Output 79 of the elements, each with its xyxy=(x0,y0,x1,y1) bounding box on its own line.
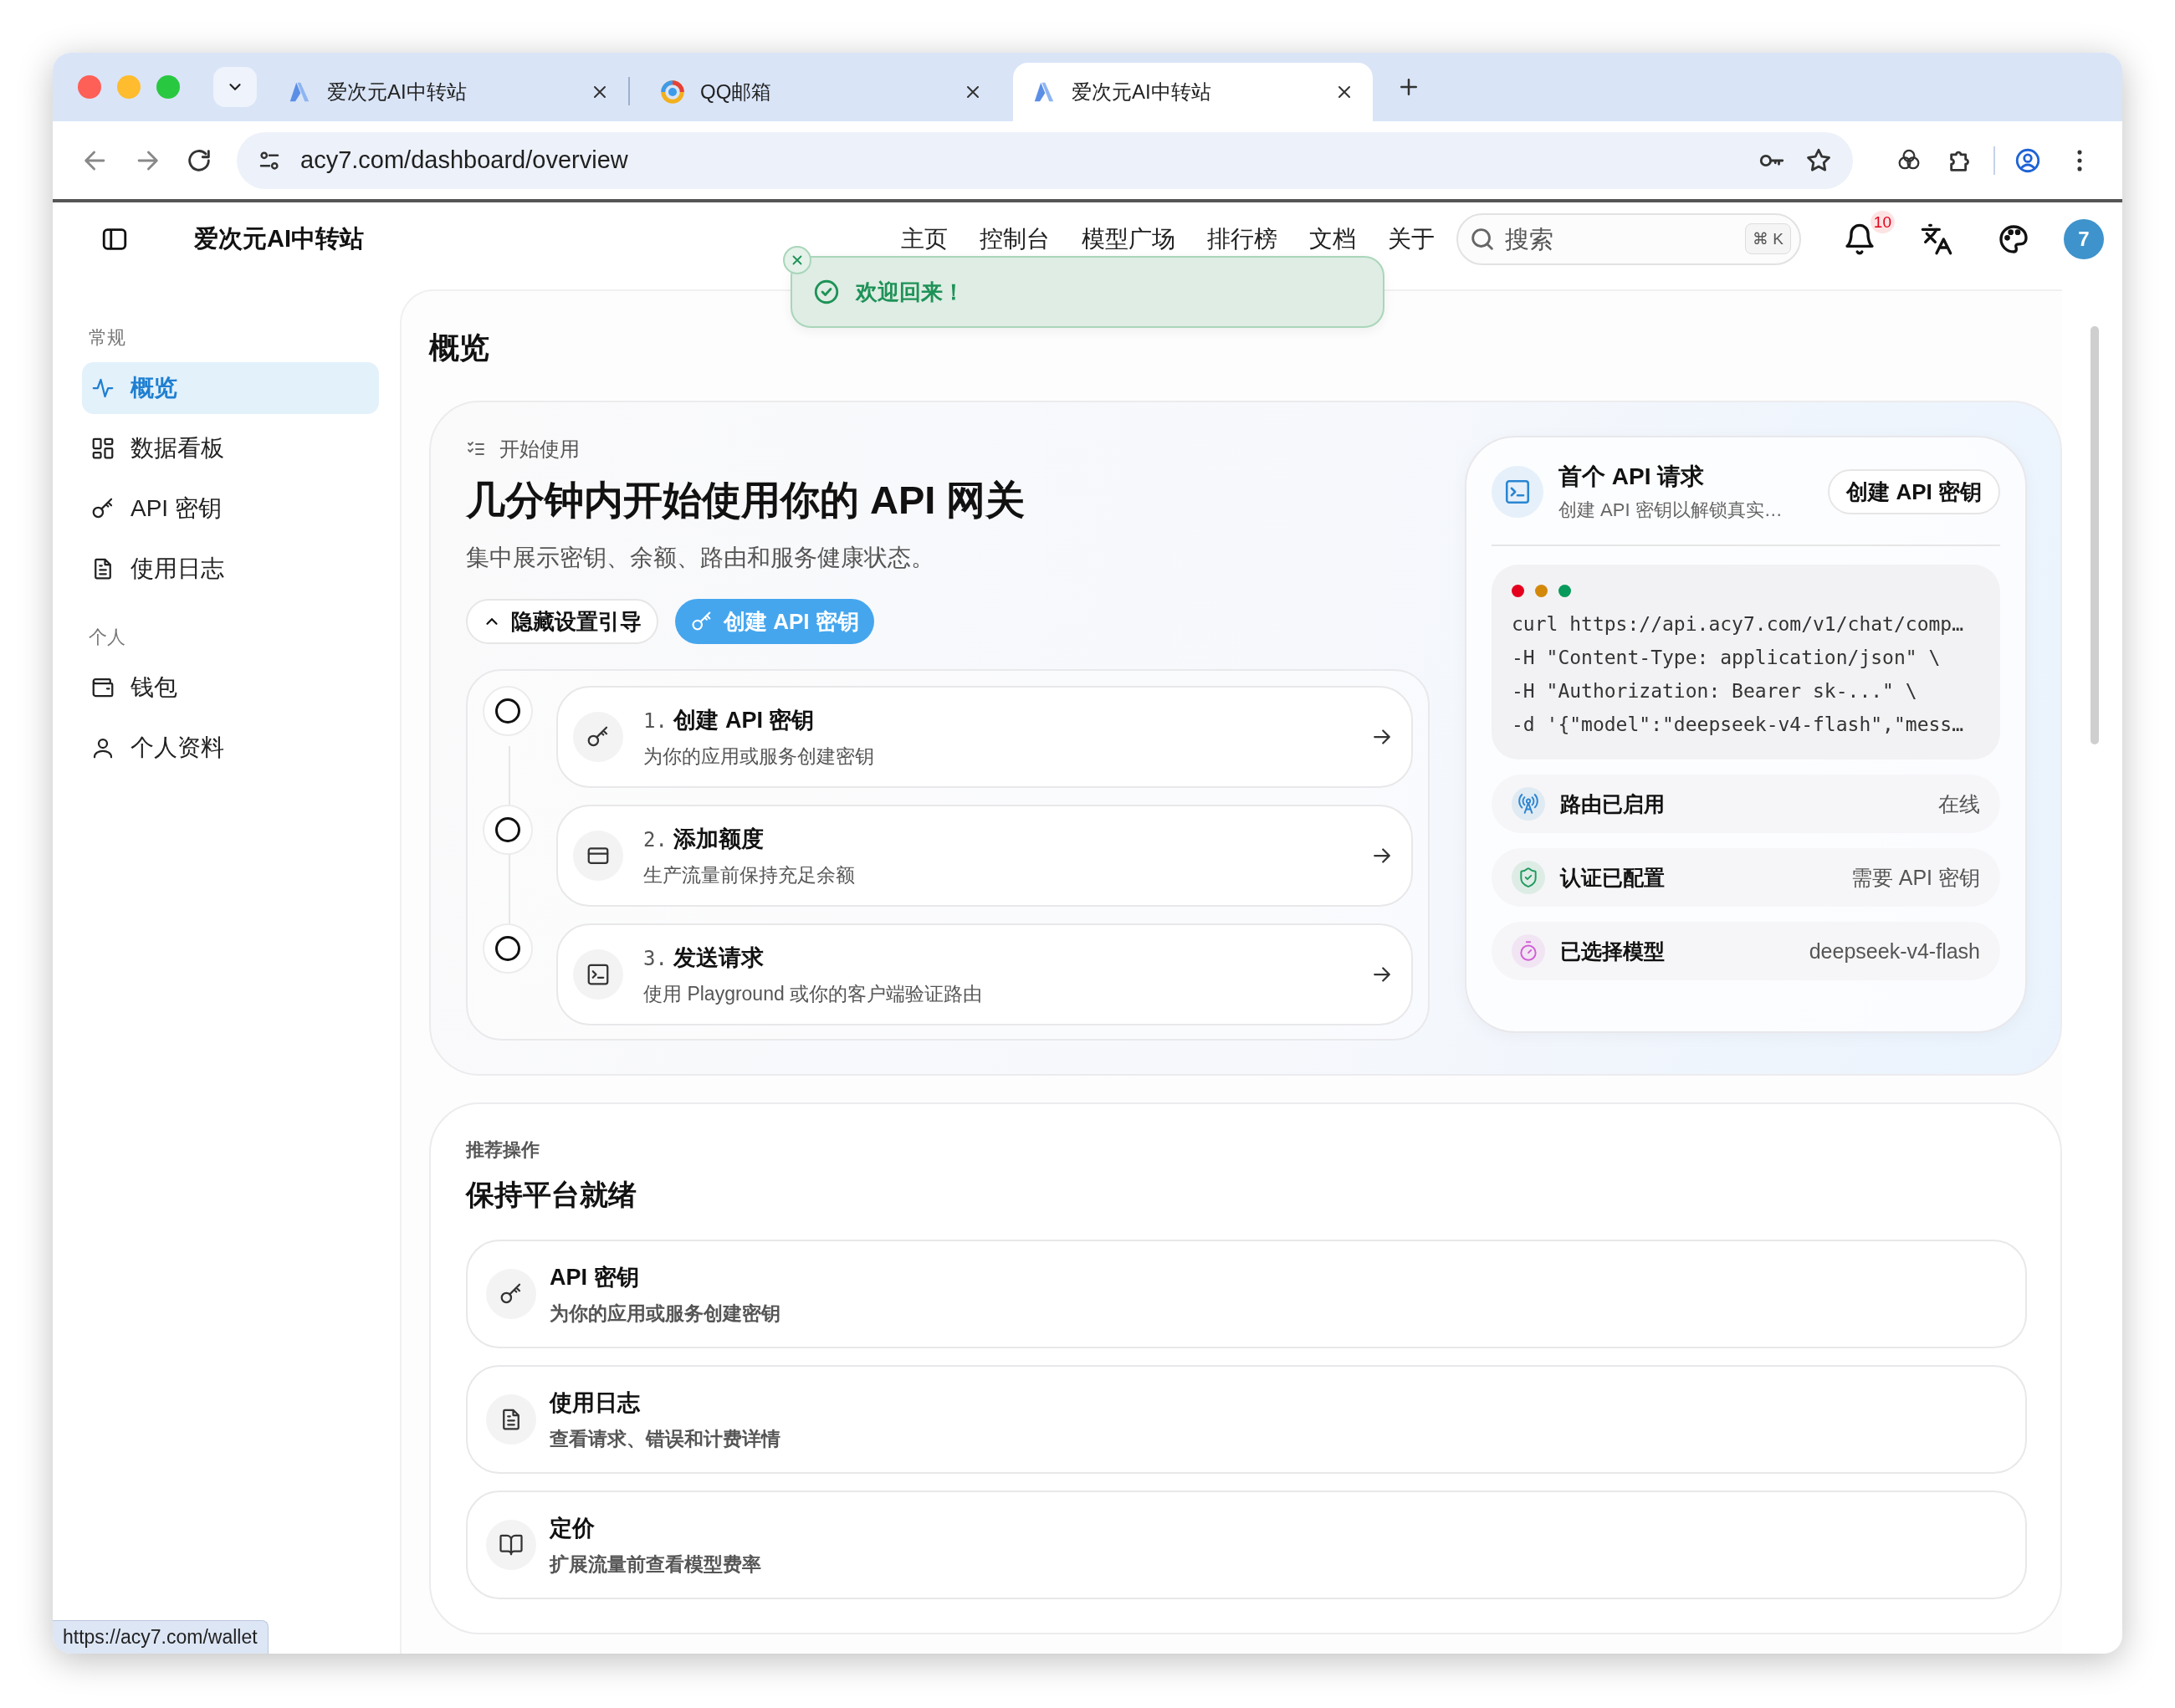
browser-tab[interactable]: 爱次元AI中转站 xyxy=(269,63,628,121)
nav-link[interactable]: 排行榜 xyxy=(1207,223,1277,255)
step-card[interactable]: 3. 发送请求 使用 Playground 或你的客户端验证路由 xyxy=(556,923,1413,1025)
step-card[interactable]: 1. 创建 API 密钥 为你的应用或服务创建密钥 xyxy=(556,686,1413,788)
sidebar-item[interactable]: 钱包 xyxy=(82,662,379,713)
step-card[interactable]: 2. 添加额度 生产流量前保持充足余额 xyxy=(556,805,1413,907)
sidebar-item[interactable]: 个人资料 xyxy=(82,722,379,774)
terminal-icon xyxy=(586,962,611,987)
window-dot xyxy=(1558,585,1571,597)
grid-icon xyxy=(90,436,115,461)
site-title: 爱次元AI中转站 xyxy=(194,224,364,253)
nav-link[interactable]: 文档 xyxy=(1309,223,1356,255)
action-title: 使用日志 xyxy=(550,1388,641,1417)
nav-link[interactable]: 控制台 xyxy=(980,223,1050,255)
hero-subtitle: 集中展示密钥、余额、路由和服务健康状态。 xyxy=(466,544,935,572)
scrollbar[interactable] xyxy=(2091,326,2099,744)
section-title: 保持平台就绪 xyxy=(466,1178,637,1212)
step-title: 2. 添加额度 xyxy=(643,825,765,853)
status-label: 路由已启用 xyxy=(1560,790,1666,817)
code-line: -d '{"model":"deepseek-v4-flash","mess… xyxy=(1512,713,1965,737)
tab-title: 爱次元AI中转站 xyxy=(1072,79,1212,105)
nav-link[interactable]: 主页 xyxy=(901,223,948,255)
action-card[interactable]: 定价 扩展流量前查看模型费率 xyxy=(466,1491,2027,1599)
notification-count: 10 xyxy=(1870,211,1895,233)
sidebar-item[interactable]: 概览 xyxy=(82,362,379,414)
nav-link[interactable]: 关于 xyxy=(1388,223,1435,255)
page-title: 概览 xyxy=(429,330,490,366)
step-description: 为你的应用或服务创建密钥 xyxy=(643,744,875,769)
translate-icon[interactable] xyxy=(1920,222,1953,256)
step-title: 1. 创建 API 密钥 xyxy=(643,706,816,734)
status-value: 在线 xyxy=(1938,790,1980,817)
toast-close-button[interactable] xyxy=(783,246,811,274)
create-key-button[interactable]: 创建 API 密钥 xyxy=(1828,469,2000,514)
toast-message: 欢迎回来！ xyxy=(856,278,965,306)
nav-link[interactable]: 模型广场 xyxy=(1082,223,1175,255)
sidebar-section-label: 常规 xyxy=(89,326,126,350)
status-label: 认证已配置 xyxy=(1560,864,1666,891)
sidebar-item[interactable]: 数据看板 xyxy=(82,422,379,474)
card-title: 首个 API 请求 xyxy=(1558,463,1706,491)
shortcut-hint: ⌘ K xyxy=(1745,223,1791,254)
hero-title: 几分钟内开始使用你的 API 网关 xyxy=(466,477,1026,524)
status-value: 需要 API 密钥 xyxy=(1850,864,1980,891)
tab-title: 爱次元AI中转站 xyxy=(327,79,468,105)
sidebar-section-label: 个人 xyxy=(89,626,126,649)
browser-tab[interactable]: QQ邮箱 xyxy=(642,63,1001,121)
action-description: 查看请求、错误和计费详情 xyxy=(550,1426,780,1451)
section-eyebrow: 推荐操作 xyxy=(466,1138,540,1162)
card-subtitle: 创建 API 密钥以解锁真实… xyxy=(1558,499,1784,522)
palette-icon[interactable] xyxy=(1997,222,2030,256)
window-dot xyxy=(1535,585,1548,597)
code-line: curl https://api.acy7.com/v1/chat/comp… xyxy=(1512,612,1965,637)
terminal-icon xyxy=(1503,478,1532,506)
action-description: 为你的应用或服务创建密钥 xyxy=(550,1301,780,1326)
url-text: acy7.com/dashboard/overview xyxy=(300,146,629,174)
tab-title: QQ邮箱 xyxy=(700,79,773,105)
action-card[interactable]: 使用日志 查看请求、错误和计费详情 xyxy=(466,1365,2027,1474)
code-line: -H "Content-Type: application/json" \ xyxy=(1512,646,1942,670)
check-circle-icon xyxy=(812,278,841,306)
window-dot xyxy=(1512,585,1524,597)
link-preview: https://acy7.com/wallet xyxy=(53,1620,269,1654)
action-title: 定价 xyxy=(550,1514,596,1542)
step-title: 3. 发送请求 xyxy=(643,943,765,972)
action-card[interactable]: API 密钥 为你的应用或服务创建密钥 xyxy=(466,1240,2027,1348)
address-bar[interactable]: acy7.com/dashboard/overview xyxy=(237,131,1853,189)
step-description: 使用 Playground 或你的客户端验证路由 xyxy=(643,981,984,1006)
bell-icon[interactable] xyxy=(1843,222,1876,256)
browser-tab[interactable]: 爱次元AI中转站 xyxy=(1013,63,1373,121)
hide-guide-button[interactable]: 隐藏设置引导 xyxy=(466,599,658,644)
action-description: 扩展流量前查看模型费率 xyxy=(550,1552,761,1577)
status-label: 已选择模型 xyxy=(1560,938,1666,964)
ring-logo-icon xyxy=(660,79,685,105)
book-icon xyxy=(499,1532,524,1557)
action-title: API 密钥 xyxy=(550,1263,640,1291)
status-value: deepseek-v4-flash xyxy=(1809,938,1980,964)
step-description: 生产流量前保持充足余额 xyxy=(643,862,856,887)
code-line: -H "Authorization: Bearer sk-..." \ xyxy=(1512,679,1918,703)
sidebar-item[interactable]: 使用日志 xyxy=(82,543,379,595)
section-eyebrow: 开始使用 xyxy=(499,437,580,462)
sidebar-item[interactable]: API 密钥 xyxy=(82,483,379,534)
